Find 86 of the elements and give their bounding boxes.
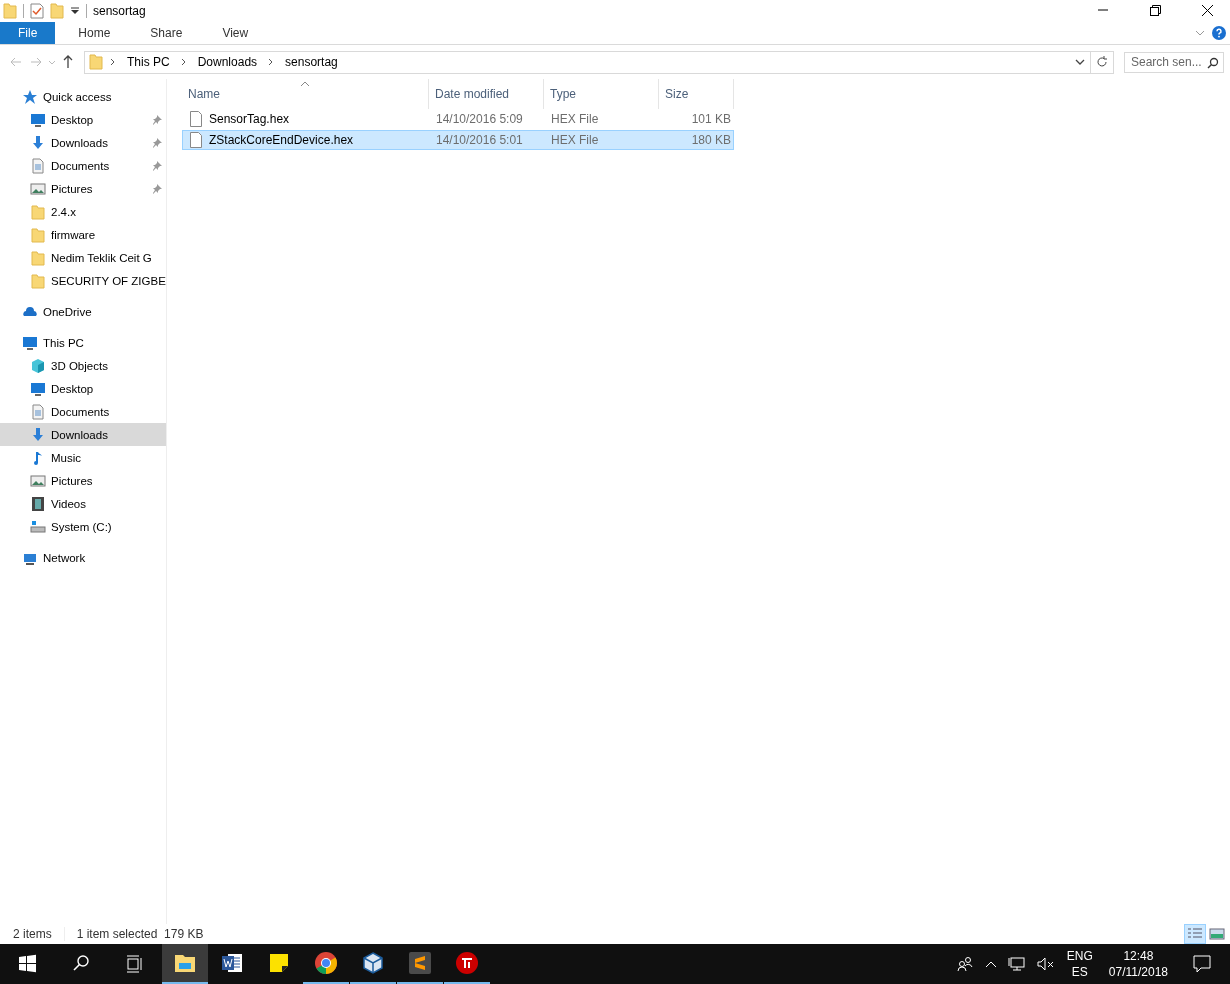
- down-arrow-icon: [30, 134, 46, 151]
- ti-logo-icon: [455, 951, 479, 975]
- browser-icon: [314, 951, 338, 975]
- dropdown-icon[interactable]: [70, 6, 80, 16]
- folder-icon: [3, 3, 17, 19]
- ribbon-tab[interactable]: Home: [61, 22, 128, 44]
- help-icon[interactable]: [1212, 26, 1226, 40]
- folder-icon: [89, 54, 103, 70]
- file-row[interactable]: SensorTag.hex 14/10/2016 5:09 HEX File 101 KB: [182, 109, 734, 129]
- nav-item[interactable]: Downloads: [0, 423, 166, 446]
- date-modified: 14/10/2016 5:01: [436, 133, 523, 147]
- nav-item[interactable]: Desktop: [0, 377, 166, 400]
- monitor-icon: [30, 380, 46, 397]
- nav-item[interactable]: Network: [0, 546, 166, 569]
- nav-item[interactable]: System (C:): [0, 515, 166, 538]
- monitor-icon: [30, 111, 46, 128]
- picture-icon: [30, 472, 46, 489]
- search-icon: [1207, 56, 1219, 69]
- drive-icon: [30, 518, 46, 535]
- cube-icon: [361, 951, 385, 975]
- address-bar[interactable]: This PC Downloads sensortag: [84, 50, 1114, 74]
- nav-item[interactable]: Music: [0, 446, 166, 469]
- file-name: SensorTag.hex: [209, 112, 290, 126]
- folder-icon: [30, 226, 46, 243]
- document-icon: [30, 157, 46, 174]
- nav-item[interactable]: Documents: [0, 154, 166, 177]
- file-icon: [189, 111, 203, 127]
- down-arrow-icon: [30, 426, 46, 443]
- nav-item[interactable]: OneDrive: [0, 300, 166, 323]
- clock-date[interactable]: 07/11/2018: [1108, 964, 1168, 980]
- picture-icon: [1209, 927, 1225, 941]
- star-icon: [22, 88, 38, 105]
- nav-item[interactable]: Quick access: [0, 85, 166, 108]
- folder-icon: [30, 203, 46, 220]
- file-size: 101 KB: [691, 112, 731, 126]
- nav-item[interactable]: SECURITY OF ZIGBE: [0, 269, 166, 292]
- sticky-note-icon: [267, 951, 291, 975]
- breadcrumb[interactable]: Downloads: [193, 55, 262, 69]
- search-field[interactable]: Search sen...: [1124, 51, 1224, 73]
- nav-item[interactable]: 3D Objects: [0, 354, 166, 377]
- ribbon-tab[interactable]: View: [205, 22, 266, 44]
- details-list-icon: [1187, 927, 1203, 941]
- keyboard-layout[interactable]: ES: [1071, 964, 1088, 980]
- clock-time[interactable]: 12:48: [1123, 948, 1154, 964]
- item-count: 2 items: [13, 927, 52, 941]
- nav-item[interactable]: firmware: [0, 223, 166, 246]
- checkmark-document-icon[interactable]: [30, 3, 44, 19]
- file-type: HEX File: [551, 133, 599, 147]
- file-name: ZStackCoreEndDevice.hex: [209, 133, 354, 147]
- nav-item[interactable]: Videos: [0, 492, 166, 515]
- breadcrumb[interactable]: sensortag: [281, 55, 342, 69]
- breadcrumb[interactable]: This PC: [123, 55, 174, 69]
- date-modified: 14/10/2016 5:09: [436, 112, 523, 126]
- ribbon-tab[interactable]: Share: [133, 22, 200, 44]
- file-type: HEX File: [551, 112, 599, 126]
- column-header[interactable]: Name: [182, 79, 429, 109]
- taskbar-app-button[interactable]: [162, 944, 208, 984]
- picture-icon: [30, 180, 46, 197]
- film-icon: [30, 495, 46, 512]
- selection-info: 1 item selected 179 KB: [76, 927, 204, 941]
- window-title: sensortag: [93, 4, 146, 18]
- file-size: 180 KB: [691, 133, 731, 147]
- nav-item[interactable]: Pictures: [0, 177, 166, 200]
- monitor-icon: [22, 334, 38, 351]
- nav-item[interactable]: Pictures: [0, 469, 166, 492]
- nav-item[interactable]: 2.4.x: [0, 200, 166, 223]
- column-header[interactable]: Date modified: [429, 79, 544, 109]
- people-icon[interactable]: [954, 954, 975, 974]
- language-indicator[interactable]: ENG: [1066, 948, 1093, 964]
- file-row[interactable]: ZStackCoreEndDevice.hex 14/10/2016 5:01 HEX File 180 KB: [182, 130, 734, 150]
- document-icon: [30, 403, 46, 420]
- nav-item[interactable]: Nedim Teklik Ceit G: [0, 246, 166, 269]
- ribbon-tab[interactable]: File: [0, 22, 56, 44]
- network-icon[interactable]: [1006, 954, 1027, 974]
- nav-item[interactable]: Desktop: [0, 108, 166, 131]
- refresh-icon[interactable]: [1095, 55, 1109, 69]
- document-icon: [220, 951, 244, 975]
- folder-icon: [30, 272, 46, 289]
- column-header[interactable]: Type: [544, 79, 659, 109]
- cube-icon: [30, 357, 46, 374]
- nav-item[interactable]: Downloads: [0, 131, 166, 154]
- column-header[interactable]: Size: [659, 79, 734, 109]
- nav-item[interactable]: Documents: [0, 400, 166, 423]
- file-icon: [189, 132, 203, 148]
- nav-item[interactable]: This PC: [0, 331, 166, 354]
- folder-icon: [30, 249, 46, 266]
